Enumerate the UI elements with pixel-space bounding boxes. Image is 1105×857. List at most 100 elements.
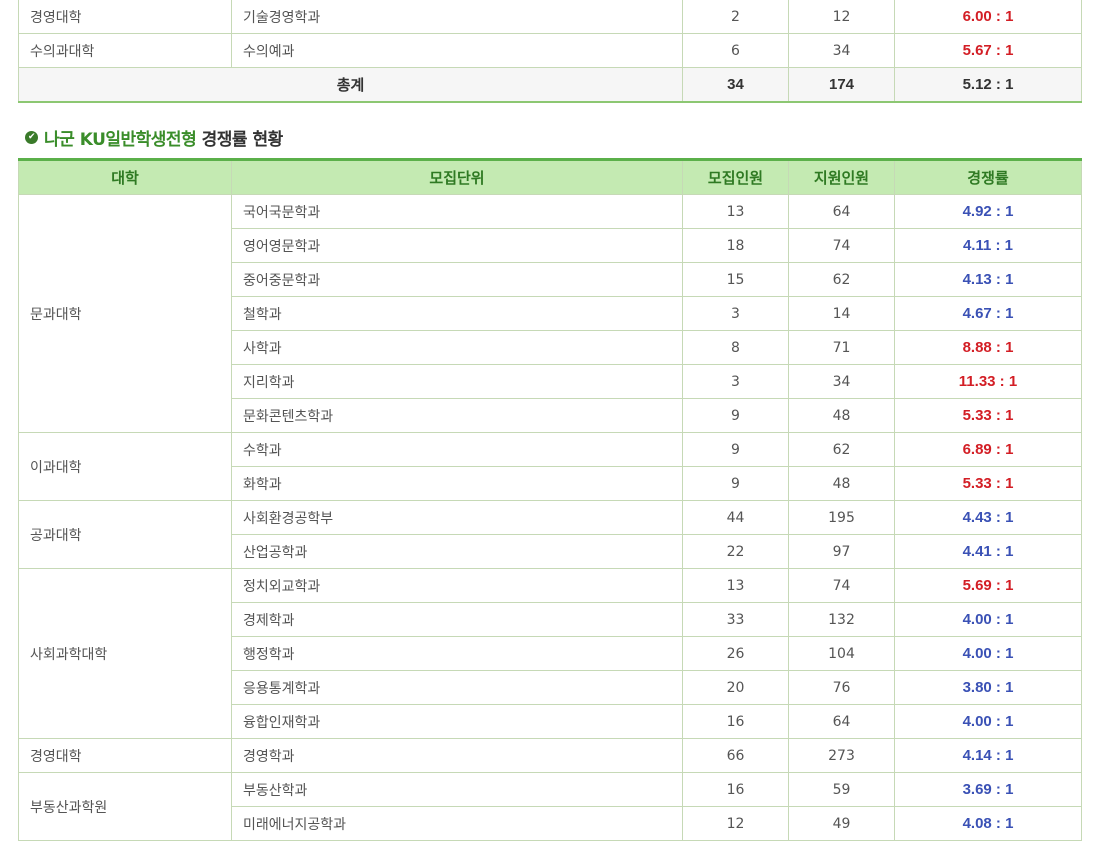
ratio-cell: 8.88 : 1 [894, 330, 1082, 365]
ratio-cell: 5.67 : 1 [894, 33, 1082, 68]
quota-cell: 9 [682, 466, 789, 501]
applicants-cell: 59 [788, 772, 895, 807]
section-title: ✔ 나군 KU일반학생전형 경쟁률 현황 [25, 124, 283, 150]
applicants-cell: 64 [788, 194, 895, 229]
applicants-cell: 132 [788, 602, 895, 637]
ratio-cell: 4.00 : 1 [894, 704, 1082, 739]
table-row: 공과대학 사회환경공학부 44 195 4.43 : 1 [18, 500, 1082, 569]
ratio-cell: 6.89 : 1 [894, 432, 1082, 467]
applicants-cell: 12 [788, 0, 895, 34]
ratio-cell: 4.11 : 1 [894, 228, 1082, 263]
quota-cell: 15 [682, 262, 789, 297]
unit-cell: 사회환경공학부 [231, 500, 683, 535]
applicants-cell: 62 [788, 262, 895, 297]
unit-cell: 경영학과 [231, 738, 683, 773]
quota-cell: 3 [682, 296, 789, 331]
quota-cell: 3 [682, 364, 789, 399]
ratio-cell: 4.67 : 1 [894, 296, 1082, 331]
unit-cell: 경제학과 [231, 602, 683, 637]
ratio-cell: 4.43 : 1 [894, 500, 1082, 535]
unit-cell: 융합인재학과 [231, 704, 683, 739]
table-row: 수의과대학 수의예과 6 34 5.67 : 1 [18, 33, 1082, 68]
quota-cell: 66 [682, 738, 789, 773]
applicants-cell: 195 [788, 500, 895, 535]
applicants-cell: 74 [788, 568, 895, 603]
college-cell: 공과대학 [18, 500, 232, 569]
table-row: 부동산과학원 부동산학과 16 59 3.69 : 1 [18, 772, 1082, 841]
ratio-cell: 4.08 : 1 [894, 806, 1082, 841]
unit-cell: 지리학과 [231, 364, 683, 399]
table-row: 경영대학 경영학과 66 273 4.14 : 1 [18, 738, 1082, 773]
table-row: 경영대학 기술경영학과 2 12 6.00 : 1 [18, 0, 1082, 34]
college-cell: 부동산과학원 [18, 772, 232, 841]
applicants-cell: 97 [788, 534, 895, 569]
quota-cell: 22 [682, 534, 789, 569]
header-unit: 모집단위 [231, 159, 683, 195]
ratio-cell: 4.13 : 1 [894, 262, 1082, 297]
quota-cell: 9 [682, 398, 789, 433]
applicants-cell: 34 [788, 33, 895, 68]
quota-cell: 8 [682, 330, 789, 365]
quota-cell: 6 [682, 33, 789, 68]
quota-cell: 9 [682, 432, 789, 467]
total-row: 총계 34 174 5.12 : 1 [18, 67, 1082, 102]
header-applicants: 지원인원 [788, 159, 895, 195]
ratio-cell: 3.69 : 1 [894, 772, 1082, 807]
ratio-cell: 4.92 : 1 [894, 194, 1082, 229]
applicants-cell: 71 [788, 330, 895, 365]
ratio-cell: 4.14 : 1 [894, 738, 1082, 773]
ratio-cell: 5.69 : 1 [894, 568, 1082, 603]
total-applicants: 174 [788, 67, 895, 102]
applicants-cell: 104 [788, 636, 895, 671]
college-cell: 문과대학 [18, 194, 232, 433]
section-title-rest: 경쟁률 현황 [196, 129, 284, 150]
header-college: 대학 [18, 159, 232, 195]
ratio-cell: 3.80 : 1 [894, 670, 1082, 705]
applicants-cell: 76 [788, 670, 895, 705]
quota-cell: 44 [682, 500, 789, 535]
unit-cell: 수학과 [231, 432, 683, 467]
unit-cell: 문화콘텐츠학과 [231, 398, 683, 433]
table-row: 사회과학대학 정치외교학과 13 74 5.69 : 1 [18, 568, 1082, 739]
header-quota: 모집인원 [682, 159, 789, 195]
applicants-cell: 273 [788, 738, 895, 773]
unit-cell: 미래에너지공학과 [231, 806, 683, 841]
unit-cell: 철학과 [231, 296, 683, 331]
unit-cell: 산업공학과 [231, 534, 683, 569]
unit-cell: 정치외교학과 [231, 568, 683, 603]
college-cell: 사회과학대학 [18, 568, 232, 739]
section-title-highlight: 나군 KU일반학생전형 [44, 129, 197, 150]
applicants-cell: 62 [788, 432, 895, 467]
unit-cell: 기술경영학과 [231, 0, 683, 34]
quota-cell: 12 [682, 806, 789, 841]
ratio-cell: 4.41 : 1 [894, 534, 1082, 569]
applicants-cell: 74 [788, 228, 895, 263]
college-cell: 이과대학 [18, 432, 232, 501]
applicants-cell: 34 [788, 364, 895, 399]
applicants-cell: 14 [788, 296, 895, 331]
quota-cell: 16 [682, 772, 789, 807]
quota-cell: 33 [682, 602, 789, 637]
total-ratio: 5.12 : 1 [894, 67, 1082, 102]
unit-cell: 사학과 [231, 330, 683, 365]
ratio-cell: 5.33 : 1 [894, 466, 1082, 501]
unit-cell: 영어영문학과 [231, 228, 683, 263]
applicants-cell: 64 [788, 704, 895, 739]
college-cell: 수의과대학 [18, 33, 232, 68]
quota-cell: 20 [682, 670, 789, 705]
applicants-cell: 48 [788, 466, 895, 501]
ratio-cell: 11.33 : 1 [894, 364, 1082, 399]
quota-cell: 13 [682, 568, 789, 603]
quota-cell: 26 [682, 636, 789, 671]
quota-cell: 16 [682, 704, 789, 739]
quota-cell: 18 [682, 228, 789, 263]
applicants-cell: 49 [788, 806, 895, 841]
top-table: 경영대학 기술경영학과 2 12 6.00 : 1 수의과대학 수의예과 6 3… [18, 0, 1082, 103]
ratio-cell: 6.00 : 1 [894, 0, 1082, 34]
table-row: 문과대학 국어국문학과 13 64 4.92 : 1 [18, 194, 1082, 433]
unit-cell: 행정학과 [231, 636, 683, 671]
ratio-cell: 4.00 : 1 [894, 602, 1082, 637]
competition-table: 대학 모집단위 모집인원 지원인원 경쟁률 문과대학 국어국문학과 13 64 4.92… [18, 158, 1082, 841]
applicants-cell: 48 [788, 398, 895, 433]
page: { "top_table": { "rows": [ {"college":"경… [0, 0, 1105, 857]
